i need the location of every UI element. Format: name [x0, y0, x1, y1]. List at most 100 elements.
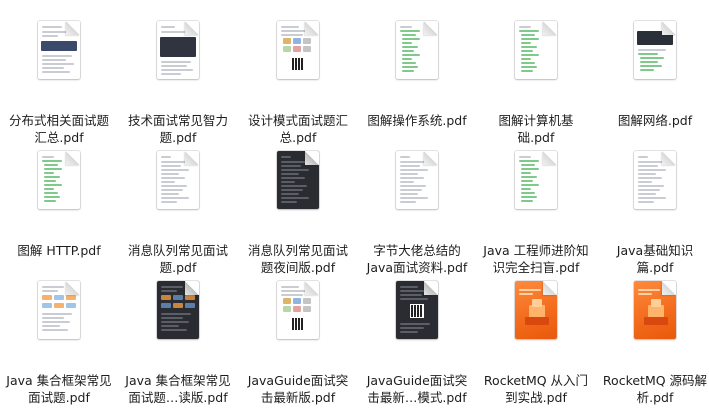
text-line — [281, 181, 295, 183]
pdf-file-icon[interactable] — [634, 21, 676, 79]
text-line — [281, 201, 297, 203]
text-line — [400, 294, 422, 296]
pdf-file-icon[interactable] — [277, 151, 319, 209]
file-name-line: 题夜间版.pdf — [260, 260, 336, 275]
file-item[interactable]: RocketMQ 从入门 到实战.pdf — [477, 281, 595, 411]
text-line — [521, 54, 539, 56]
pdf-file-icon[interactable] — [38, 151, 80, 209]
file-item[interactable]: 图解网络.pdf — [596, 21, 709, 151]
file-item[interactable]: JavaGuide面试突 击最新…模式.pdf — [358, 281, 476, 411]
text-line — [402, 50, 414, 52]
file-name[interactable]: RocketMQ 源码解 析.pdf — [596, 372, 709, 406]
text-line — [521, 196, 537, 198]
text-line — [400, 286, 418, 288]
pdf-file-icon[interactable] — [277, 21, 319, 79]
pdf-file-icon[interactable] — [396, 21, 438, 79]
page-fold-icon — [424, 281, 438, 295]
file-item[interactable]: RocketMQ 源码解 析.pdf — [596, 281, 709, 411]
file-item[interactable]: Java 工程师进阶知 识完全扫盲.pdf — [477, 151, 595, 281]
text-line — [402, 66, 418, 68]
text-line — [44, 172, 54, 174]
text-line — [281, 286, 299, 288]
file-item[interactable]: 图解操作系统.pdf — [358, 21, 476, 151]
text-line — [400, 161, 426, 163]
text-line — [42, 329, 68, 331]
file-name-line: 技术面试常见智力 — [127, 113, 228, 128]
file-name[interactable]: 图解操作系统.pdf — [358, 112, 476, 129]
file-item[interactable]: Java 集合框架常见 面试题.pdf — [0, 281, 118, 411]
text-line — [161, 65, 187, 67]
file-name[interactable]: 图解计算机基 础.pdf — [477, 112, 595, 146]
page-figure — [66, 303, 76, 308]
file-name-line: 汇总.pdf — [34, 130, 84, 145]
page-fold-icon — [305, 281, 319, 295]
file-item[interactable]: Java 集合框架常见 面试题…读版.pdf — [119, 281, 237, 411]
file-name[interactable]: 图解网络.pdf — [596, 112, 709, 129]
file-item[interactable]: 消息队列常见面试 题.pdf — [119, 151, 237, 281]
pdf-file-icon[interactable] — [396, 281, 438, 339]
pdf-file-icon[interactable] — [515, 21, 557, 79]
file-name[interactable]: Java 集合框架常见 面试题…读版.pdf — [119, 372, 237, 406]
text-line — [44, 184, 62, 186]
file-name[interactable]: JavaGuide面试突 击最新版.pdf — [239, 372, 357, 406]
page-fold-icon — [424, 21, 438, 35]
file-name[interactable]: JavaGuide面试突 击最新…模式.pdf — [358, 372, 476, 406]
file-item[interactable]: 图解 HTTP.pdf — [0, 151, 118, 281]
text-line — [519, 156, 531, 158]
text-line — [638, 197, 666, 199]
pdf-file-icon[interactable] — [157, 281, 199, 339]
text-line — [521, 70, 533, 72]
pdf-file-icon[interactable] — [38, 21, 80, 79]
text-line — [640, 61, 658, 63]
file-name[interactable]: 图解 HTTP.pdf — [0, 242, 118, 259]
text-line — [161, 73, 181, 75]
file-name-line: Java 集合框架常见 — [6, 373, 112, 388]
file-item[interactable]: Java基础知识 篇.pdf — [596, 151, 709, 281]
file-item[interactable]: JavaGuide面试突 击最新版.pdf — [239, 281, 357, 411]
file-name[interactable]: RocketMQ 从入门 到实战.pdf — [477, 372, 595, 406]
file-name[interactable]: Java 集合框架常见 面试题.pdf — [0, 372, 118, 406]
text-line — [638, 177, 662, 179]
text-line — [521, 38, 539, 40]
text-line — [521, 164, 535, 166]
file-grid: 分布式相关面试题 汇总.pdf 技术面试常见智力 题.pdf 设计模式面试题汇 总.pdf… — [0, 0, 709, 405]
file-name-line: RocketMQ 从入门 — [483, 373, 589, 388]
pdf-file-icon[interactable] — [157, 151, 199, 209]
file-name[interactable]: 消息队列常见面试 题.pdf — [119, 242, 237, 276]
file-name[interactable]: Java 工程师进阶知 识完全扫盲.pdf — [477, 242, 595, 276]
file-name[interactable]: 技术面试常见智力 题.pdf — [119, 112, 237, 146]
file-item[interactable]: 图解计算机基 础.pdf — [477, 21, 595, 151]
pdf-file-icon[interactable] — [396, 151, 438, 209]
file-item[interactable]: 设计模式面试题汇 总.pdf — [239, 21, 357, 151]
file-name[interactable]: 字节大佬总结的 Java面试资料.pdf — [358, 242, 476, 276]
file-name-line: JavaGuide面试突 — [247, 373, 349, 388]
text-line — [521, 180, 533, 182]
text-line — [638, 189, 660, 191]
pdf-file-icon[interactable] — [634, 151, 676, 209]
text-line — [400, 177, 424, 179]
file-item[interactable]: 技术面试常见智力 题.pdf — [119, 21, 237, 151]
text-line — [161, 321, 189, 323]
pdf-file-icon[interactable] — [515, 281, 557, 339]
text-line — [281, 34, 303, 36]
text-line — [400, 173, 418, 175]
file-item[interactable]: 字节大佬总结的 Java面试资料.pdf — [358, 151, 476, 281]
file-name[interactable]: Java基础知识 篇.pdf — [596, 242, 709, 276]
page-figure — [173, 303, 183, 308]
pdf-file-icon[interactable] — [515, 151, 557, 209]
text-line — [400, 181, 414, 183]
page-figure — [42, 295, 52, 300]
pdf-file-icon[interactable] — [157, 21, 199, 79]
text-line — [161, 69, 193, 71]
pdf-file-icon[interactable] — [277, 281, 319, 339]
file-name[interactable]: 设计模式面试题汇 总.pdf — [239, 112, 357, 146]
file-item[interactable]: 消息队列常见面试 题夜间版.pdf — [239, 151, 357, 281]
file-name[interactable]: 分布式相关面试题 汇总.pdf — [0, 112, 118, 146]
pdf-file-icon[interactable] — [634, 281, 676, 339]
text-line — [161, 185, 187, 187]
page-figure — [283, 298, 291, 304]
file-name[interactable]: 消息队列常见面试 题夜间版.pdf — [239, 242, 357, 276]
text-line — [161, 161, 187, 163]
pdf-file-icon[interactable] — [38, 281, 80, 339]
file-item[interactable]: 分布式相关面试题 汇总.pdf — [0, 21, 118, 151]
